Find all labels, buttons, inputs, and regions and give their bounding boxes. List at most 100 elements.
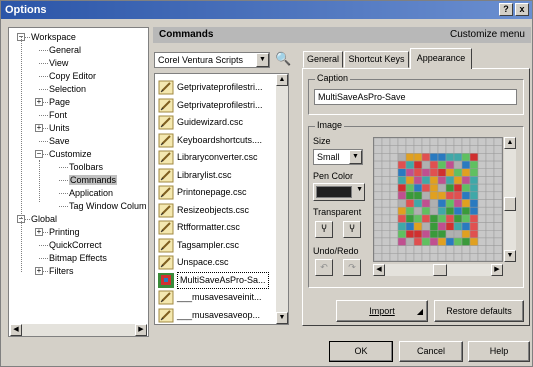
tree-item[interactable]: Units xyxy=(49,122,70,135)
pixel-cell[interactable] xyxy=(445,138,455,146)
pixel-cell[interactable] xyxy=(477,206,487,216)
pixel-cell[interactable] xyxy=(493,199,502,208)
tree-item[interactable]: Tag Window Colum xyxy=(69,200,147,213)
pixel-cell[interactable] xyxy=(461,183,471,193)
pixel-cell[interactable] xyxy=(413,206,423,216)
options-tree[interactable]: ◀ ▶ Workspace − General View Copy Editor Sele… xyxy=(8,27,149,337)
pixel-cell[interactable] xyxy=(397,160,407,169)
pixel-cell[interactable] xyxy=(413,253,423,261)
pixel-cell[interactable] xyxy=(381,222,391,231)
pixel-cell[interactable] xyxy=(461,206,471,216)
tree-item[interactable]: Save xyxy=(49,135,70,148)
pixel-cell[interactable] xyxy=(437,199,447,208)
pixel-cell[interactable] xyxy=(445,160,455,169)
pixel-cell[interactable] xyxy=(421,222,431,231)
pixel-cell[interactable] xyxy=(493,191,502,200)
pixel-cell[interactable] xyxy=(405,168,415,177)
pixel-cell[interactable] xyxy=(421,245,431,254)
pixel-cell[interactable] xyxy=(485,168,495,177)
pixel-cell[interactable] xyxy=(421,168,431,177)
tree-horizontal-scrollbar[interactable]: ◀ ▶ xyxy=(10,324,147,336)
pixel-cell[interactable] xyxy=(477,199,487,208)
pixel-cell[interactable] xyxy=(413,237,423,246)
pixel-cell[interactable] xyxy=(397,214,407,223)
pixel-cell[interactable] xyxy=(374,245,383,254)
list-item[interactable]: Resizeobjects.csc xyxy=(157,201,275,220)
list-item[interactable]: ___musavesaveop... xyxy=(157,306,275,325)
pixel-cell[interactable] xyxy=(469,199,479,208)
pixel-cell[interactable] xyxy=(381,168,391,177)
pixel-cell[interactable] xyxy=(405,191,415,200)
pixel-cell[interactable] xyxy=(429,206,439,216)
help-title-button[interactable]: ? xyxy=(499,3,513,16)
pixel-cell[interactable] xyxy=(397,237,407,246)
pixel-cell[interactable] xyxy=(397,230,407,239)
list-item[interactable]: Unspace.csc xyxy=(157,253,275,272)
pixel-cell[interactable] xyxy=(389,138,399,146)
pixel-cell[interactable] xyxy=(421,153,431,162)
pixel-cell[interactable] xyxy=(374,145,383,154)
expand-icon[interactable]: + xyxy=(35,267,43,275)
pixel-cell[interactable] xyxy=(413,222,423,231)
pixel-cell[interactable] xyxy=(389,253,399,261)
image-horizontal-scrollbar[interactable]: ◀ ▶ xyxy=(373,264,503,276)
pixel-cell[interactable] xyxy=(469,237,479,246)
pixel-cell[interactable] xyxy=(397,145,407,154)
pixel-cell[interactable] xyxy=(445,237,455,246)
pixel-cell[interactable] xyxy=(413,145,423,154)
pixel-cell[interactable] xyxy=(445,222,455,231)
pixel-cell[interactable] xyxy=(469,245,479,254)
pixel-cell[interactable] xyxy=(477,245,487,254)
pixel-cell[interactable] xyxy=(477,160,487,169)
pixel-cell[interactable] xyxy=(397,206,407,216)
tree-item[interactable]: Filters xyxy=(49,265,74,278)
pixel-cell[interactable] xyxy=(397,222,407,231)
pixel-cell[interactable] xyxy=(397,153,407,162)
pixel-cell[interactable] xyxy=(389,176,399,185)
pixel-cell[interactable] xyxy=(389,237,399,246)
pixel-cell[interactable] xyxy=(493,253,502,261)
pixel-cell[interactable] xyxy=(493,222,502,231)
pixel-cell[interactable] xyxy=(405,183,415,193)
pixel-cell[interactable] xyxy=(374,138,383,146)
pixel-cell[interactable] xyxy=(397,199,407,208)
scroll-down-button[interactable]: ▼ xyxy=(276,312,288,324)
pixel-cell[interactable] xyxy=(469,183,479,193)
tree-item[interactable]: Printing xyxy=(49,226,80,239)
pixel-cell[interactable] xyxy=(437,176,447,185)
pixel-cell[interactable] xyxy=(374,222,383,231)
pixel-cell[interactable] xyxy=(389,183,399,193)
pixel-cell[interactable] xyxy=(453,222,463,231)
pixel-cell[interactable] xyxy=(429,145,439,154)
pixel-cell[interactable] xyxy=(381,214,391,223)
pixel-cell[interactable] xyxy=(429,245,439,254)
pixel-cell[interactable] xyxy=(453,237,463,246)
pixel-cell[interactable] xyxy=(405,230,415,239)
pixel-cell[interactable] xyxy=(469,222,479,231)
pixel-cell[interactable] xyxy=(389,199,399,208)
transparent-clear-button[interactable]: Ⴤ xyxy=(343,221,361,238)
pixel-cell[interactable] xyxy=(461,222,471,231)
pixel-cell[interactable] xyxy=(493,168,502,177)
pixel-cell[interactable] xyxy=(374,153,383,162)
pixel-cell[interactable] xyxy=(429,230,439,239)
pixel-cell[interactable] xyxy=(405,176,415,185)
pixel-cell[interactable] xyxy=(469,145,479,154)
pixel-cell[interactable] xyxy=(477,168,487,177)
pixel-cell[interactable] xyxy=(469,253,479,261)
pixel-cell[interactable] xyxy=(389,206,399,216)
pixel-cell[interactable] xyxy=(421,230,431,239)
pixel-cell[interactable] xyxy=(405,199,415,208)
pixel-cell[interactable] xyxy=(421,183,431,193)
pixel-cell[interactable] xyxy=(469,206,479,216)
pixel-cell[interactable] xyxy=(405,214,415,223)
scroll-down-button[interactable]: ▼ xyxy=(504,250,516,262)
pixel-cell[interactable] xyxy=(453,253,463,261)
pixel-cell[interactable] xyxy=(429,160,439,169)
pixel-cell[interactable] xyxy=(397,245,407,254)
pixel-cell[interactable] xyxy=(437,214,447,223)
pixel-cell[interactable] xyxy=(477,230,487,239)
pixel-cell[interactable] xyxy=(421,176,431,185)
image-vertical-scrollbar[interactable]: ▲ ▼ xyxy=(504,137,516,262)
pixel-cell[interactable] xyxy=(381,237,391,246)
